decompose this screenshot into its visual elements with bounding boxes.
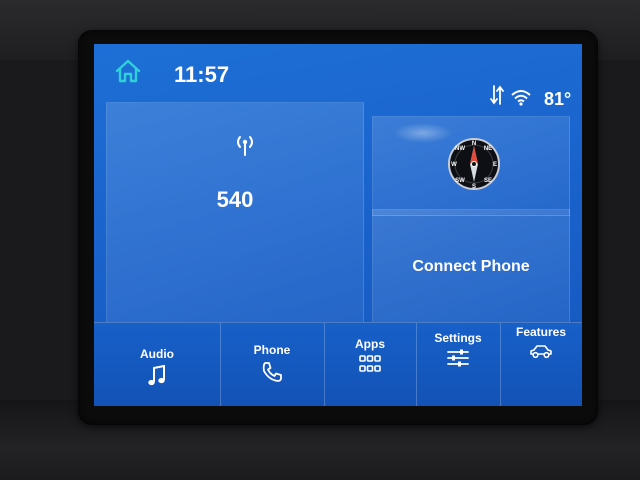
nav-phone-label: Phone (253, 343, 291, 357)
nav-phone-button[interactable]: Phone (220, 323, 325, 406)
infotainment-screen: 11:57 81° 540 N NE E SE S SW W NW Connec… (94, 44, 582, 406)
phone-handset-icon (262, 362, 282, 382)
music-note-icon (148, 365, 165, 386)
nav-features-button[interactable]: Features (500, 323, 582, 406)
nav-apps-label: Apps (355, 337, 385, 351)
status-bar: 11:57 (94, 44, 582, 100)
nav-features-label: Features (515, 325, 567, 339)
radio-antenna-icon (237, 136, 253, 156)
compass-w: W (451, 162, 457, 168)
radio-tile[interactable]: 540 (106, 102, 364, 336)
connect-phone-label: Connect Phone (412, 258, 530, 275)
car-icon (530, 345, 552, 359)
nav-apps-button[interactable]: Apps (324, 323, 417, 406)
nav-settings-button[interactable]: Settings (416, 323, 501, 406)
compass-tile: N NE E SE S SW W NW (372, 116, 570, 216)
home-icon[interactable] (114, 58, 142, 84)
sync-arrows-icon (490, 85, 504, 105)
compass-icon: N NE E SE S SW W NW (448, 138, 500, 190)
clock: 11:57 (174, 62, 230, 87)
bottom-nav-bar: Audio Phone Apps Settings Features (94, 322, 582, 406)
compass-n: N (472, 141, 476, 147)
outside-temperature: 81° (544, 89, 572, 109)
nav-settings-label: Settings (434, 331, 482, 345)
compass-e: E (493, 162, 497, 168)
sliders-icon (447, 349, 469, 367)
screen-glare (393, 123, 453, 143)
apps-grid-icon (359, 355, 381, 372)
compass-se: SE (484, 178, 492, 184)
compass-s: S (472, 184, 476, 190)
compass-sw: SW (455, 178, 465, 184)
radio-station: 540 (216, 187, 254, 212)
compass-ne: NE (484, 146, 492, 152)
wifi-icon (511, 90, 531, 106)
compass-nw: NW (455, 146, 465, 152)
nav-audio-button[interactable]: Audio (94, 323, 221, 406)
nav-audio-label: Audio (140, 347, 174, 361)
